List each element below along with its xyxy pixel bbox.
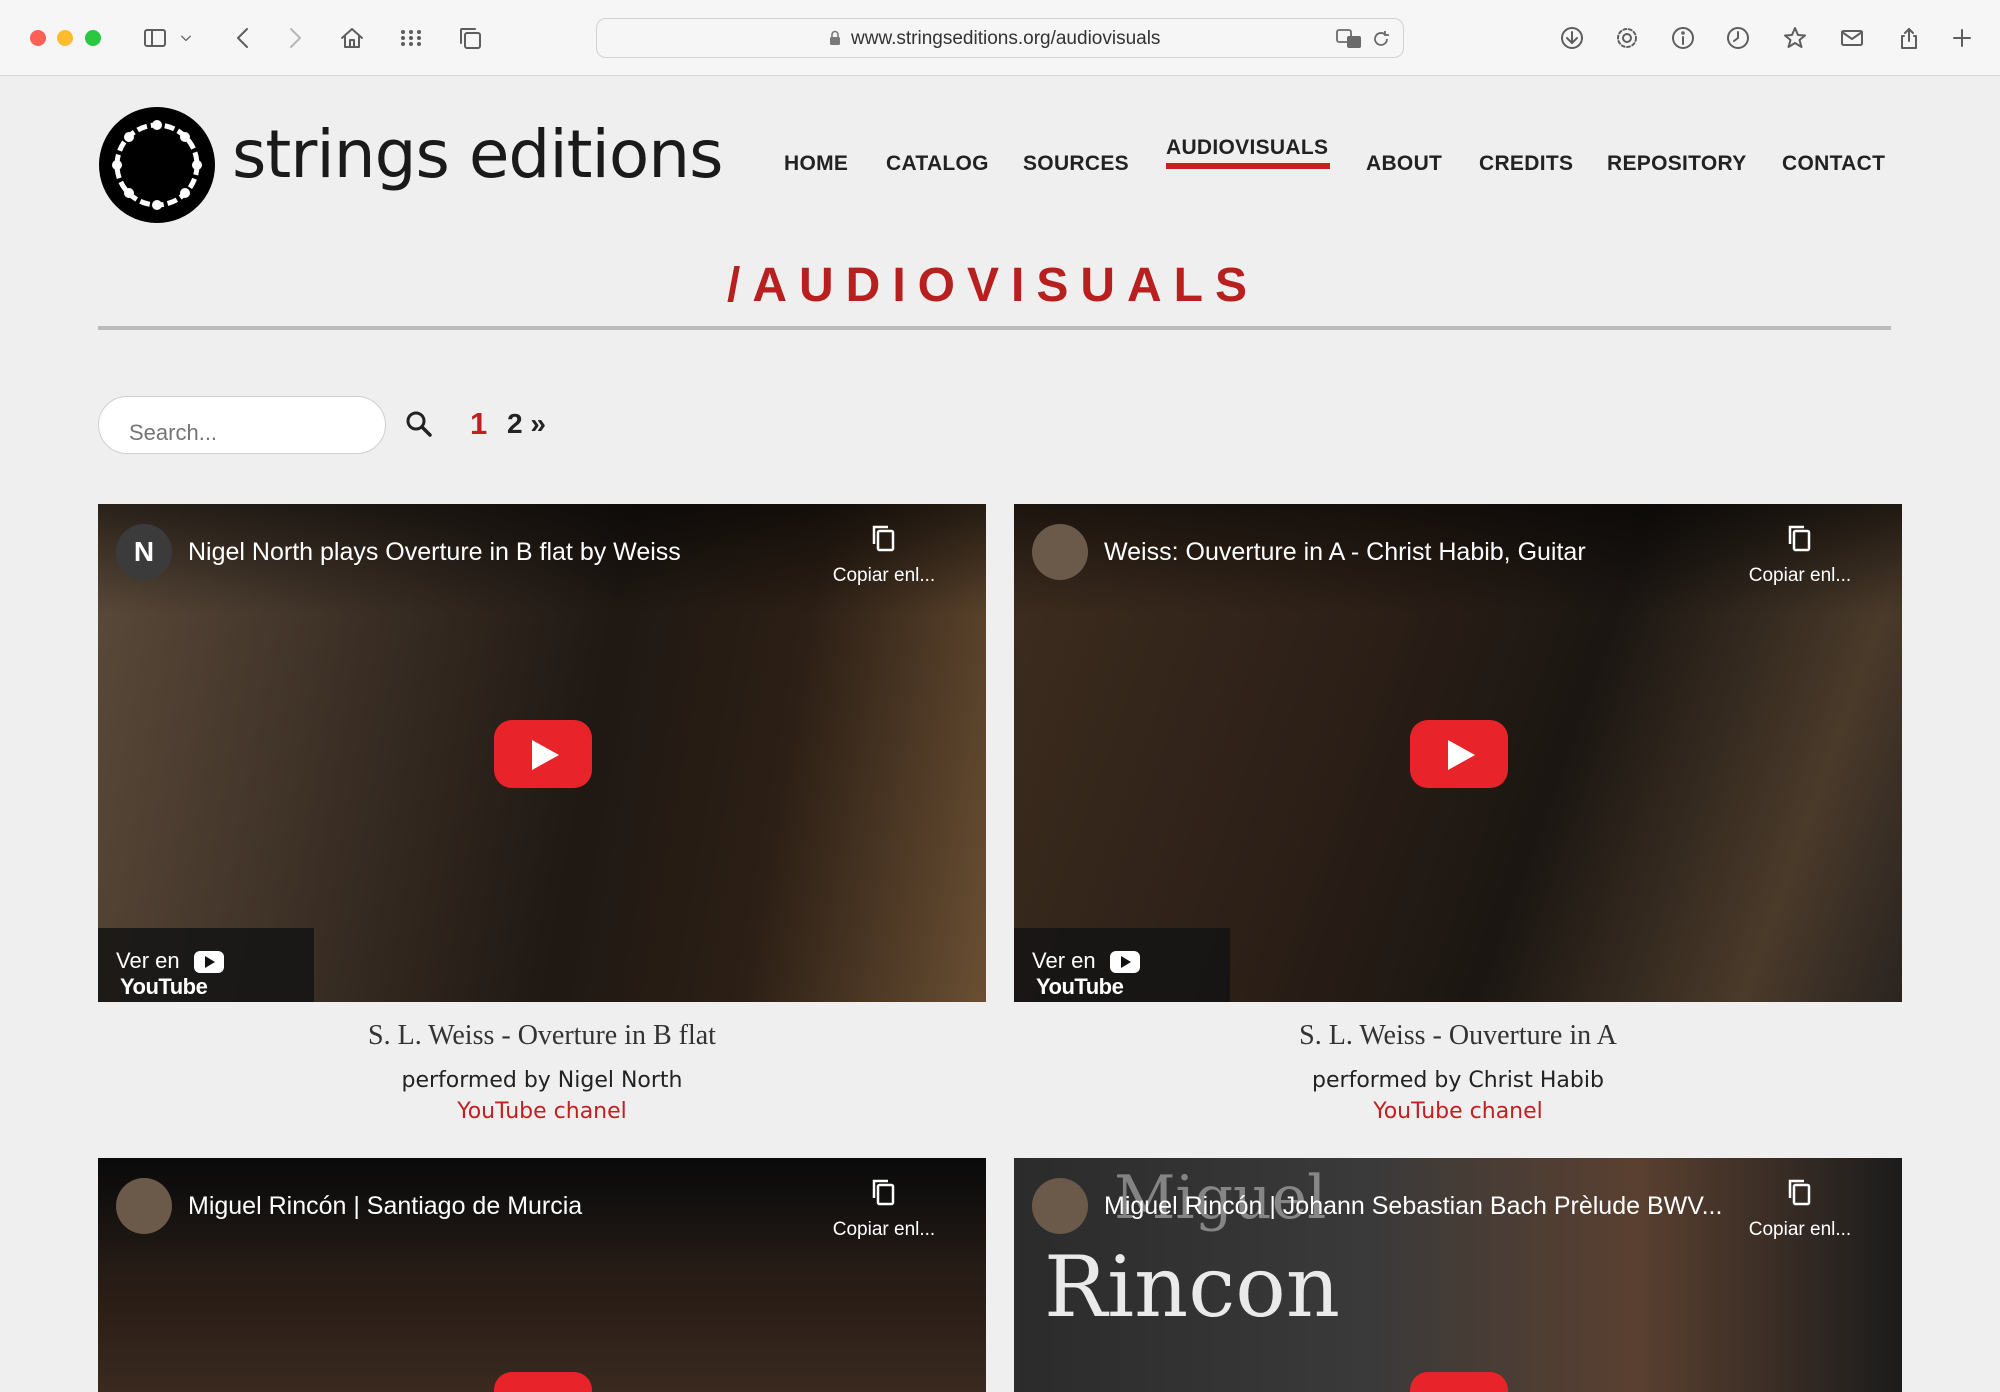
thumbnail-overlay-text: Rincon bbox=[1044, 1238, 1340, 1336]
youtube-channel-link[interactable]: YouTube chanel bbox=[1014, 1099, 1902, 1124]
pagination-next[interactable]: 2 » bbox=[507, 408, 546, 440]
youtube-channel-link[interactable]: YouTube chanel bbox=[98, 1099, 986, 1124]
sidebar-icon[interactable] bbox=[135, 18, 175, 58]
grid-icon[interactable] bbox=[391, 18, 431, 58]
video-embed[interactable]: Weiss: Ouverture in A - Christ Habib, Gu… bbox=[1014, 504, 1902, 1002]
play-button[interactable] bbox=[494, 1372, 592, 1392]
search-input[interactable] bbox=[98, 396, 386, 454]
translate-icon[interactable] bbox=[1335, 27, 1363, 51]
video-embed[interactable]: N Nigel North plays Overture in B flat b… bbox=[98, 504, 986, 1002]
home-icon[interactable] bbox=[332, 18, 372, 58]
video-title[interactable]: Nigel North plays Overture in B flat by … bbox=[188, 538, 681, 567]
nav-audiovisuals[interactable]: AUDIOVISUALS bbox=[1166, 136, 1328, 160]
reload-icon[interactable] bbox=[1371, 29, 1391, 49]
minimize-window-button[interactable] bbox=[57, 30, 73, 46]
copy-icon bbox=[872, 1179, 895, 1206]
nav-active-indicator bbox=[1166, 163, 1330, 169]
watch-on-youtube-button[interactable]: Ver enYouTube bbox=[98, 928, 314, 1002]
copy-icon bbox=[1788, 525, 1811, 552]
star-icon[interactable] bbox=[1775, 18, 1815, 58]
video-caption-performer: performed by Christ Habib bbox=[1312, 1068, 1604, 1093]
video-caption-performer: performed by Nigel North bbox=[401, 1068, 683, 1093]
video-embed[interactable]: Miguel Rincón | Santiago de Murcia Copia… bbox=[98, 1158, 986, 1392]
channel-avatar[interactable] bbox=[116, 1178, 172, 1234]
download-icon[interactable] bbox=[1552, 18, 1592, 58]
nav-catalog[interactable]: CATALOG bbox=[886, 152, 989, 176]
copy-link-button[interactable]: Copiar enl... bbox=[824, 1176, 944, 1241]
zoom-window-button[interactable] bbox=[85, 30, 101, 46]
nav-about[interactable]: ABOUT bbox=[1366, 152, 1442, 176]
pagination-current: 1 bbox=[470, 406, 488, 441]
play-button[interactable] bbox=[494, 720, 592, 788]
watch-on-youtube-button[interactable]: Ver enYouTube bbox=[1014, 928, 1230, 1002]
chevron-down-icon[interactable] bbox=[174, 18, 198, 58]
play-button[interactable] bbox=[1410, 1372, 1508, 1392]
mail-icon[interactable] bbox=[1832, 18, 1872, 58]
copy-link-button[interactable]: Copiar enl... bbox=[824, 522, 944, 587]
video-embed[interactable]: Miguel Rincon Miguel Rincón | Johann Seb… bbox=[1014, 1158, 1902, 1392]
video-title[interactable]: Weiss: Ouverture in A - Christ Habib, Gu… bbox=[1104, 538, 1586, 567]
copy-link-button[interactable]: Copiar enl... bbox=[1740, 522, 1860, 587]
channel-avatar[interactable] bbox=[1032, 524, 1088, 580]
copy-icon bbox=[872, 525, 895, 552]
title-divider bbox=[98, 326, 1891, 330]
youtube-logo-icon bbox=[1109, 951, 1140, 974]
address-bar[interactable]: www.stringseditions.org/audiovisuals bbox=[596, 18, 1404, 58]
url-text: www.stringseditions.org/audiovisuals bbox=[851, 28, 1161, 49]
back-icon[interactable] bbox=[224, 18, 264, 58]
nav-home[interactable]: HOME bbox=[784, 152, 848, 176]
logo-emblem-icon bbox=[112, 120, 202, 210]
close-window-button[interactable] bbox=[30, 30, 46, 46]
page-title: /AUDIOVISUALS bbox=[726, 259, 1260, 312]
nav-credits[interactable]: CREDITS bbox=[1479, 152, 1573, 176]
new-tab-icon[interactable] bbox=[1942, 18, 1982, 58]
browser-toolbar: www.stringseditions.org/audiovisuals bbox=[0, 0, 2000, 76]
copy-link-button[interactable]: Copiar enl... bbox=[1740, 1176, 1860, 1241]
channel-avatar[interactable] bbox=[1032, 1178, 1088, 1234]
nav-repository[interactable]: REPOSITORY bbox=[1607, 152, 1747, 176]
video-title[interactable]: Miguel Rincón | Santiago de Murcia bbox=[188, 1192, 582, 1221]
site-logo[interactable] bbox=[99, 107, 215, 223]
gear-icon[interactable] bbox=[1607, 18, 1647, 58]
nav-contact[interactable]: CONTACT bbox=[1782, 152, 1885, 176]
nav-sources[interactable]: SOURCES bbox=[1023, 152, 1129, 176]
search-icon[interactable] bbox=[405, 410, 433, 438]
youtube-logo-icon bbox=[193, 951, 224, 974]
info-icon[interactable] bbox=[1663, 18, 1703, 58]
share-icon[interactable] bbox=[1889, 18, 1929, 58]
history-icon[interactable] bbox=[1718, 18, 1758, 58]
channel-avatar[interactable]: N bbox=[116, 524, 172, 580]
video-title[interactable]: Miguel Rincón | Johann Sebastian Bach Pr… bbox=[1104, 1192, 1722, 1221]
lock-icon bbox=[830, 30, 840, 45]
tabs-overview-icon[interactable] bbox=[450, 18, 490, 58]
play-button[interactable] bbox=[1410, 720, 1508, 788]
site-name[interactable]: strings editions bbox=[232, 116, 723, 193]
forward-icon[interactable] bbox=[274, 18, 314, 58]
copy-icon bbox=[1788, 1179, 1811, 1206]
video-caption-title: S. L. Weiss - Overture in B flat bbox=[368, 1020, 716, 1051]
video-caption-title: S. L. Weiss - Ouverture in A bbox=[1299, 1020, 1617, 1051]
